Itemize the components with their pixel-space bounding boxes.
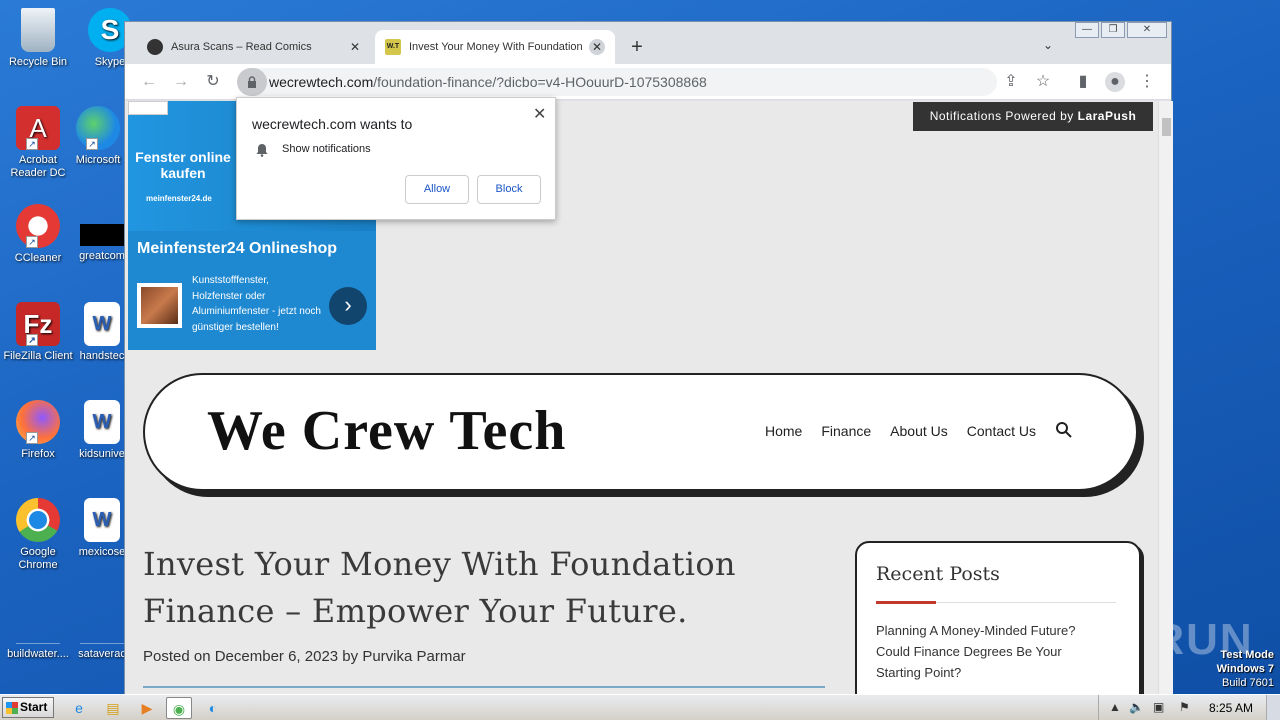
show-desktop-button[interactable] — [1266, 695, 1280, 720]
page-scrollbar[interactable] — [1158, 101, 1173, 695]
ccleaner-icon: ↗ — [16, 204, 60, 248]
site-info-button[interactable] — [237, 68, 267, 96]
chrome-icon — [16, 498, 60, 542]
ad-arrow-button[interactable]: › — [329, 287, 367, 325]
volume-icon[interactable]: 🔈 — [1129, 700, 1144, 714]
tab-strip: Asura Scans – Read Comics ✕ W.T Invest Y… — [125, 22, 1171, 64]
taskbar: Start e ▤ ▶ ◉ ◐ ▲ 🔈 ▣ ⚑ 8:25 AM — [0, 694, 1280, 720]
asura-favicon-icon — [147, 39, 163, 55]
clock[interactable]: 8:25 AM — [1209, 701, 1253, 715]
menu-kebab-icon[interactable]: ⋮ — [1137, 72, 1157, 92]
word-doc-icon: W — [84, 302, 120, 346]
post-author-link[interactable]: Purvika Parmar — [362, 648, 465, 665]
system-tray: ▲ 🔈 ▣ ⚑ 8:25 AM — [1098, 695, 1280, 720]
start-button[interactable]: Start — [2, 697, 54, 718]
nav-contact-us[interactable]: Contact Us — [967, 423, 1036, 439]
block-button[interactable]: Block — [477, 175, 541, 204]
test-mode-label: Test Mode Windows 7 Build 7601 — [1216, 649, 1274, 689]
word-doc-icon: W — [84, 498, 120, 542]
profile-avatar-icon[interactable]: ● — [1105, 72, 1125, 92]
share-icon[interactable]: ⇪ — [1001, 72, 1021, 92]
site-header: We Crew Tech Home Finance About Us Conta… — [143, 373, 1138, 491]
firefox-icon: ↗ — [16, 400, 60, 444]
minimize-button[interactable]: — — [1075, 22, 1099, 38]
bell-icon — [256, 144, 268, 157]
search-icon[interactable] — [1055, 421, 1073, 439]
tab-invest-your-money[interactable]: W.T Invest Your Money With Foundation ✕ — [375, 30, 615, 64]
ad-title: Meinfenster24 Onlineshop — [137, 240, 338, 257]
action-center-flag-icon[interactable]: ⚑ — [1179, 700, 1190, 714]
popup-title: wecrewtech.com wants to — [252, 116, 413, 132]
maximize-button[interactable]: ❐ — [1101, 22, 1125, 38]
ad-domain: meinfenster24.de — [146, 194, 212, 203]
divider — [143, 686, 825, 688]
recent-posts-widget: Recent Posts Planning A Money-Minded Fut… — [855, 541, 1141, 695]
acrobat-icon: A ↗ — [16, 106, 60, 150]
post-title: Invest Your Money With Foundation Financ… — [143, 545, 736, 630]
back-button[interactable]: ← — [139, 72, 159, 92]
recycle-bin-icon — [21, 8, 55, 52]
widget-underline — [876, 601, 1116, 604]
lock-icon — [248, 76, 256, 88]
bookmark-star-icon[interactable]: ☆ — [1033, 72, 1053, 92]
ad-text: Kunststofffenster, Holzfenster oder Alum… — [192, 275, 321, 333]
blank-file-icon — [16, 600, 60, 644]
tab-search-button[interactable]: ⌄ — [1043, 38, 1053, 52]
filezilla-icon: Fz ↗ — [16, 302, 60, 346]
internet-explorer-icon[interactable]: e — [66, 697, 92, 719]
forward-button[interactable]: → — [171, 72, 191, 92]
post-date-link[interactable]: December 6, 2023 — [215, 648, 338, 665]
close-window-button[interactable]: ✕ — [1127, 22, 1167, 38]
file-explorer-icon[interactable]: ▤ — [100, 697, 126, 719]
nav-about-us[interactable]: About Us — [890, 423, 948, 439]
ad-window-image — [137, 283, 182, 328]
windows-logo-icon — [6, 702, 18, 714]
nav-finance[interactable]: Finance — [821, 423, 871, 439]
tab-asura-scans[interactable]: Asura Scans – Read Comics ✕ — [137, 30, 373, 64]
address-bar[interactable]: wecrewtech.com/foundation-finance/?dicbo… — [237, 68, 997, 96]
word-doc-icon: W — [84, 400, 120, 444]
site-logo[interactable]: We Crew Tech — [207, 399, 566, 463]
side-panel-icon[interactable]: ▮ — [1073, 72, 1093, 92]
tab-close-icon[interactable]: ✕ — [589, 39, 605, 55]
desktop-icon-recycle-bin[interactable]: Recycle Bin — [0, 8, 76, 69]
post-meta: Posted on December 6, 2023 by Purvika Pa… — [143, 648, 466, 665]
tray-arrow-icon[interactable]: ▲ — [1109, 700, 1121, 714]
recent-post-link[interactable]: Planning A Money-Minded Future? Could Fi… — [876, 620, 1106, 683]
new-tab-button[interactable]: + — [625, 36, 649, 60]
edge-icon: ↗ — [76, 106, 120, 150]
url-path: /foundation-finance/?dicbo=v4-HOouurD-10… — [373, 74, 707, 90]
scrollbar-thumb[interactable] — [1162, 118, 1171, 136]
ad-headline: Fenster online kaufen — [135, 149, 231, 181]
reload-button[interactable]: ↻ — [203, 72, 223, 92]
wecrewtech-favicon-icon: W.T — [385, 39, 401, 55]
edge-taskbar-icon[interactable]: ◐ — [200, 697, 226, 719]
tab-close-icon[interactable]: ✕ — [347, 39, 363, 55]
allow-button[interactable]: Allow — [405, 175, 469, 204]
media-player-icon[interactable]: ▶ — [134, 697, 160, 719]
browser-toolbar: ← → ↻ wecrewtech.com/foundation-finance/… — [125, 64, 1171, 100]
black-file-icon — [80, 224, 124, 246]
network-icon[interactable]: ▣ — [1153, 700, 1164, 714]
notification-permission-popup: wecrewtech.com wants to ✕ Show notificat… — [236, 97, 556, 220]
site-nav: Home Finance About Us Contact Us — [765, 423, 1036, 439]
url-host: wecrewtech.com — [269, 74, 374, 90]
larapush-banner: Notifications Powered by LaraPush — [913, 102, 1153, 131]
ad-logo — [128, 101, 168, 115]
nav-home[interactable]: Home — [765, 423, 802, 439]
blank-file-icon — [80, 600, 124, 644]
close-icon[interactable]: ✕ — [533, 104, 546, 124]
chrome-taskbar-icon[interactable]: ◉ — [166, 697, 192, 719]
popup-permission-text: Show notifications — [282, 143, 371, 155]
widget-title: Recent Posts — [876, 563, 1000, 585]
